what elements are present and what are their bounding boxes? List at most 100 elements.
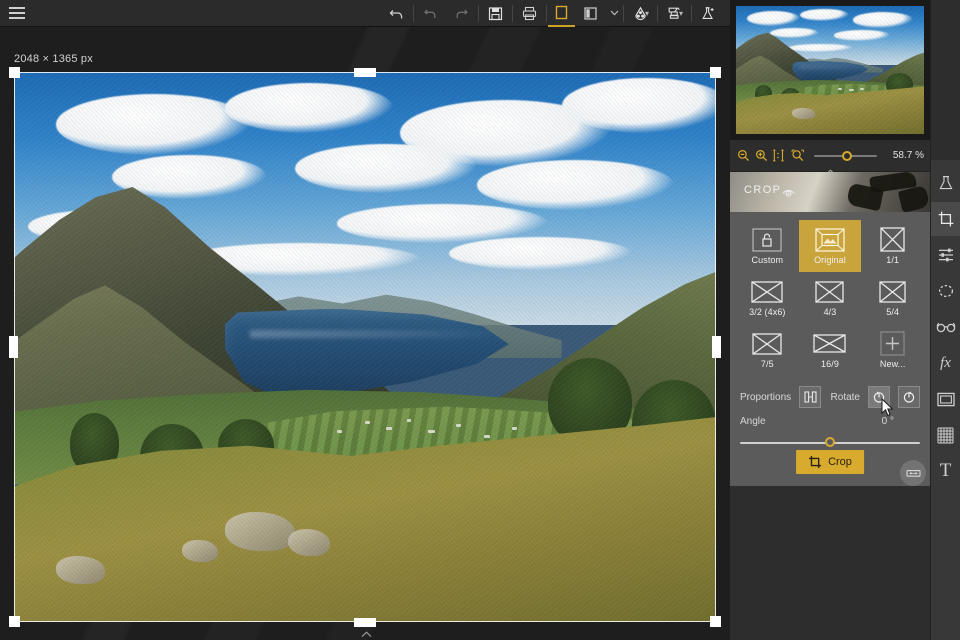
crop-handle-bottom-right[interactable] <box>710 616 721 627</box>
crop-handle-bottom-left[interactable] <box>9 616 20 627</box>
top-toolbar: ▾ ▾ <box>0 0 730 27</box>
expand-panel-button[interactable] <box>356 628 376 640</box>
ratio-original[interactable]: Original <box>798 220 862 272</box>
rail-item-adjust[interactable] <box>931 238 960 272</box>
rail-item-text[interactable]: T <box>931 454 960 488</box>
rail-item-effects[interactable] <box>931 166 960 200</box>
crop-handle-middle-right[interactable] <box>712 336 721 358</box>
village-building <box>837 87 842 90</box>
ratio-custom[interactable]: Custom <box>736 220 799 272</box>
village-building <box>484 435 491 438</box>
rotate-right-button[interactable] <box>898 386 920 408</box>
rail-item-texture[interactable] <box>931 418 960 452</box>
divider <box>413 4 414 22</box>
flip-orientation-button[interactable] <box>799 386 822 408</box>
divider <box>657 4 658 22</box>
ratio-7-5[interactable]: 7/5 <box>736 324 799 376</box>
angle-reset-button[interactable] <box>900 460 926 486</box>
rock <box>287 528 330 556</box>
crop-section-header[interactable]: CROP <box>730 172 930 212</box>
preview-image <box>736 6 924 134</box>
zoom-slider[interactable] <box>814 150 877 161</box>
proportions-row: Proportions Rotate <box>730 382 930 412</box>
crop-handle-top-center[interactable] <box>354 68 376 77</box>
ratio-new[interactable]: New... <box>861 324 924 376</box>
zoom-level-label: 58.7 % <box>892 150 924 161</box>
cloud <box>561 77 716 133</box>
level-reset-icon <box>905 469 921 477</box>
save-button[interactable] <box>480 0 511 27</box>
divider <box>512 4 513 22</box>
ratio-1-1[interactable]: 1/1 <box>861 220 924 272</box>
cloud <box>769 27 819 38</box>
print-button[interactable] <box>514 0 545 27</box>
rail-item-frame[interactable] <box>931 382 960 416</box>
zoom-fit-button[interactable] <box>790 148 805 164</box>
angle-slider-knob[interactable] <box>825 437 835 447</box>
grid-icon <box>937 427 954 443</box>
cloud <box>477 160 674 210</box>
crop-header-title: CROP <box>744 184 782 196</box>
zoom-out-button[interactable] <box>736 148 751 164</box>
rock <box>182 539 218 562</box>
rail-item-selection[interactable] <box>931 274 960 308</box>
aspect-ratio-grid: Custom Original 1/1 3/2 (4x6) 4/3 5/4 7/… <box>730 212 930 376</box>
ratio-5-4[interactable]: 5/4 <box>861 272 924 324</box>
village-building <box>407 418 412 422</box>
crop-handle-top-left[interactable] <box>9 67 20 78</box>
rail-item-fx[interactable]: fx <box>931 346 960 380</box>
crop-handle-bottom-center[interactable] <box>354 618 376 627</box>
step-back-button[interactable] <box>415 0 446 27</box>
ratio-icon <box>813 331 847 356</box>
ratio-label: 1/1 <box>886 255 900 265</box>
color-picker-button[interactable]: ▾ <box>625 0 656 27</box>
sliders-icon <box>938 248 953 262</box>
angle-label: Angle <box>740 415 766 427</box>
rail-item-crop[interactable] <box>930 202 960 236</box>
redo-icon <box>456 9 468 18</box>
redo-button[interactable] <box>446 0 477 27</box>
angle-slider[interactable] <box>740 437 920 447</box>
rail-item-retouch[interactable] <box>931 310 960 344</box>
right-panel: 58.7 % CROP Custom Original 1/1 3/2 (4x6… <box>730 0 960 640</box>
effects-lab-button[interactable] <box>693 0 724 27</box>
cloud <box>852 12 913 28</box>
divider <box>546 4 547 22</box>
caret-icon: ▾ <box>644 8 649 18</box>
image-canvas[interactable]: 2048 × 1365 px <box>0 27 730 640</box>
photo-image <box>14 72 716 622</box>
village-building <box>456 424 462 427</box>
ratio-4-3[interactable]: 4/3 <box>799 272 862 324</box>
cloud <box>294 143 478 193</box>
undo-button[interactable] <box>381 0 412 27</box>
crop-handle-top-right[interactable] <box>710 67 721 78</box>
zoom-actual-size-button[interactable] <box>772 148 787 164</box>
ratio-16-9[interactable]: 16/9 <box>799 324 862 376</box>
ratio-icon <box>876 227 910 252</box>
rotate-right-icon <box>903 391 915 403</box>
eye-icon[interactable] <box>782 185 795 203</box>
presets-button[interactable]: ▾ <box>659 0 690 27</box>
single-view-button[interactable] <box>548 0 575 27</box>
flask-plus-icon <box>702 6 714 19</box>
cropped-photo[interactable] <box>14 72 716 622</box>
rotate-left-button[interactable] <box>868 386 890 408</box>
ratio-3-2[interactable]: 3/2 (4x6) <box>736 272 799 324</box>
fx-icon: fx <box>940 354 951 371</box>
rock <box>792 108 815 119</box>
menu-icon[interactable] <box>0 0 34 27</box>
zoom-slider-knob[interactable] <box>841 150 852 161</box>
zoom-actual-icon <box>773 149 784 162</box>
ratio-icon <box>876 279 910 304</box>
ratio-label: Original <box>814 255 846 265</box>
zoom-in-button[interactable] <box>754 148 769 164</box>
village-building <box>428 429 436 433</box>
navigator-preview[interactable] <box>730 0 930 140</box>
split-view-button[interactable] <box>575 0 606 27</box>
view-options-button[interactable] <box>606 0 622 27</box>
crop-handle-middle-left[interactable] <box>9 336 18 358</box>
crop-button[interactable]: Crop <box>796 450 864 474</box>
ratio-label: 4/3 <box>823 307 837 317</box>
save-icon <box>488 6 503 20</box>
cloud <box>449 237 632 270</box>
